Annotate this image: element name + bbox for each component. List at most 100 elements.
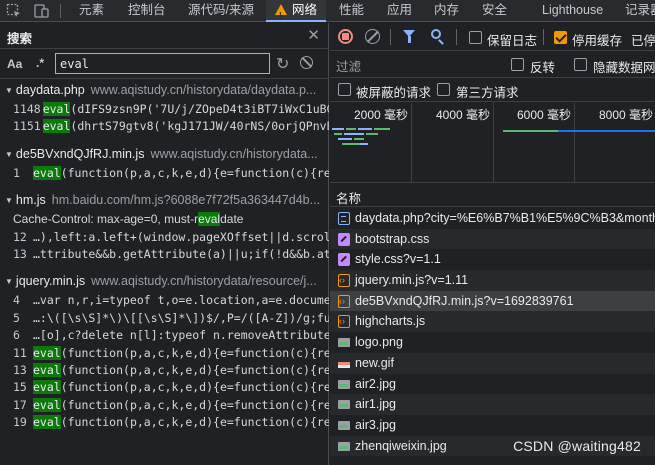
request-row[interactable]: bootstrap.css <box>330 228 655 250</box>
match-highlight: eval <box>33 415 61 430</box>
column-name-header[interactable]: 名称 <box>336 188 361 207</box>
invert-checkbox[interactable] <box>511 58 524 71</box>
filter-input[interactable]: 过滤 <box>336 56 361 75</box>
match-highlight: eval <box>42 119 71 134</box>
img-file-icon <box>338 400 350 410</box>
network-panel: 保留日志 停用缓存 已停 过滤 反转 隐藏数据网址 被屏蔽的请求 第三方请求 2… <box>330 23 655 465</box>
inspect-element-icon[interactable] <box>6 3 22 19</box>
result-line[interactable]: 17 eval(function(p,a,c,k,e,d){e=function(… <box>0 397 329 414</box>
match-highlight: eval <box>198 212 221 227</box>
css-file-icon <box>338 232 350 246</box>
refresh-icon[interactable]: ↻ <box>276 54 289 74</box>
result-line[interactable]: 4 …var n,r,i=typeof t,o=e.location,a=e.do… <box>0 292 329 309</box>
line-number: 13 <box>13 246 27 261</box>
tab-console[interactable]: 控制台 <box>126 0 168 22</box>
filter-options-bar: 被屏蔽的请求 第三方请求 <box>330 78 655 102</box>
tab-recorder[interactable]: 记录器 <box>623 0 655 22</box>
result-line[interactable]: Cache-Control: max-age=0, must-revaldate <box>0 211 329 228</box>
js-file-icon <box>338 311 350 332</box>
line-number: 12 <box>13 229 27 244</box>
devtools-tab-bar: 元素 控制台 源代码/来源 网络 性能 应用 内存 安全 Lighthouse … <box>0 0 655 26</box>
expand-triangle-icon[interactable]: ▼ <box>5 272 13 292</box>
match-case-toggle[interactable]: Aa <box>7 57 22 71</box>
line-number: 11 <box>13 345 27 360</box>
result-line[interactable]: 13 eval(function(p,a,c,k,e,d){e=function(… <box>0 362 329 379</box>
timeline-overview[interactable]: 2000 毫秒 4000 毫秒 6000 毫秒 8000 毫秒 <box>330 103 655 183</box>
tab-memory[interactable]: 内存 <box>432 0 461 22</box>
third-party-checkbox[interactable] <box>437 83 450 96</box>
hide-data-urls-checkbox[interactable] <box>574 58 587 71</box>
request-name: highcharts.js <box>355 314 426 329</box>
disable-cache-checkbox[interactable] <box>554 31 567 44</box>
watermark: CSDN @waiting482 <box>513 438 641 454</box>
line-number: 1151 <box>13 119 41 134</box>
result-line[interactable]: 15 eval(function(p,a,c,k,e,d){e=function(… <box>0 379 329 396</box>
tab-sources[interactable]: 源代码/来源 <box>186 0 256 22</box>
result-line[interactable]: 13 …ttribute&&b.getAttribute(a)||u;if(!d&… <box>0 246 329 263</box>
hide-data-urls-label: 隐藏数据网址 <box>593 61 655 75</box>
request-row[interactable]: logo.png <box>330 332 655 353</box>
result-line[interactable]: 5 …:\([\s\S]*\)\[[\s\S]*\])$/,P=/([A-Z])/… <box>0 310 329 327</box>
match-highlight: eval <box>42 102 71 116</box>
result-file-header[interactable]: ▼ de5BVxndQJfRJ.min.js www.aqistudy.cn/his… <box>0 144 329 165</box>
preserve-log-checkbox[interactable] <box>469 31 482 44</box>
result-line[interactable]: 6 …[o],c?delete n[l]:typeof n.removeAttri… <box>0 327 329 344</box>
request-row[interactable]: air2.jpg <box>330 374 655 395</box>
img-file-icon <box>338 420 350 430</box>
js-file-icon <box>338 291 350 311</box>
request-row[interactable]: highcharts.js <box>330 311 655 333</box>
timeline-bar <box>354 138 364 140</box>
search-results: ▼ daydata.php www.aqistudy.cn/historydata/… <box>0 80 329 431</box>
tab-security[interactable]: 安全 <box>480 0 509 22</box>
toolbar-divider <box>456 29 457 45</box>
tab-network[interactable]: 网络 <box>266 0 327 26</box>
search-panel: 搜索 ✕ Aa .* ↻ ▼daydata.phpwww.aqistudy.cn… <box>0 23 329 465</box>
request-row[interactable]: daydata.php?city=%E6%B7%B1%E5%9C%B3&mont… <box>330 208 655 229</box>
gif-file-icon <box>338 361 350 368</box>
line-number: 5 <box>13 310 20 325</box>
device-toolbar-icon[interactable] <box>34 3 50 19</box>
tab-performance[interactable]: 性能 <box>337 0 366 22</box>
tab-lighthouse[interactable]: Lighthouse <box>540 0 605 22</box>
request-row[interactable]: new.gif <box>330 352 655 374</box>
timeline-tick-label: 2000 毫秒 <box>354 108 409 122</box>
expand-triangle-icon[interactable]: ▼ <box>5 145 13 165</box>
tab-elements[interactable]: 元素 <box>77 0 106 22</box>
throttling-select[interactable]: 已停 <box>631 30 655 49</box>
stop-recording-button[interactable] <box>338 29 353 44</box>
request-row[interactable]: jquery.min.js?v=1.11 <box>330 270 655 291</box>
clear-log-icon[interactable] <box>365 29 380 44</box>
result-line[interactable]: 12 …),left:a.left+(window.pageXOffset||d.… <box>0 229 329 246</box>
request-name: air2.jpg <box>355 376 396 391</box>
timeline-bar <box>338 138 352 140</box>
request-row[interactable]: de5BVxndQJfRJ.min.js?v=1692839761 <box>330 290 655 312</box>
result-line[interactable]: 19 eval(function(p,a,c,k,e,d){e=function(… <box>0 414 329 431</box>
network-toolbar: 保留日志 停用缓存 已停 <box>330 23 655 51</box>
search-input[interactable] <box>55 53 270 74</box>
result-file-header[interactable]: ▼ hm.js hm.baidu.com/hm.js?6088e7f72f5a363… <box>0 190 329 211</box>
expand-triangle-icon[interactable]: ▼ <box>5 81 13 101</box>
result-file-header[interactable]: ▼ jquery.min.js www.aqistudy.cn/historydat… <box>0 271 329 292</box>
line-text: (dhrtS79gtv8('kgJ171JW/40rNS/0orjQPnvBjU… <box>70 119 329 134</box>
result-file-header[interactable]: ▼ daydata.php www.aqistudy.cn/historydata/… <box>0 80 329 101</box>
request-row[interactable]: style.css?v=1.1 <box>330 249 655 270</box>
timeline-gridline <box>574 103 575 182</box>
regex-toggle[interactable]: .* <box>36 56 44 70</box>
request-row[interactable]: air3.jpg <box>330 415 655 436</box>
result-line[interactable]: 11 eval(function(p,a,c,k,e,d){e=function(… <box>0 345 329 362</box>
tab-application[interactable]: 应用 <box>385 0 414 22</box>
close-icon[interactable]: ✕ <box>307 26 320 44</box>
expand-triangle-icon[interactable]: ▼ <box>5 191 13 211</box>
hide-blocked-checkbox[interactable] <box>338 83 351 96</box>
doc-file-icon <box>338 212 350 225</box>
clear-search-icon[interactable] <box>300 56 313 69</box>
result-line[interactable]: 1151 eval(dhrtS79gtv8('kgJ171JW/40rNS/0or… <box>0 118 329 135</box>
result-line[interactable]: 1 eval(function(p,a,c,k,e,d){e=function(c… <box>0 165 329 182</box>
request-row[interactable]: air1.jpg <box>330 394 655 415</box>
result-file-url: www.aqistudy.cn/historydata/resource/j..… <box>91 274 317 289</box>
result-line[interactable]: 1148 eval(dIFS9zsn9P('7U/j/ZOpeD4t3iBT7iW… <box>0 101 329 118</box>
result-file-name: daydata.php <box>15 83 85 97</box>
filter-icon[interactable] <box>403 30 415 43</box>
timeline-bar <box>503 130 558 132</box>
search-icon[interactable] <box>431 29 441 39</box>
